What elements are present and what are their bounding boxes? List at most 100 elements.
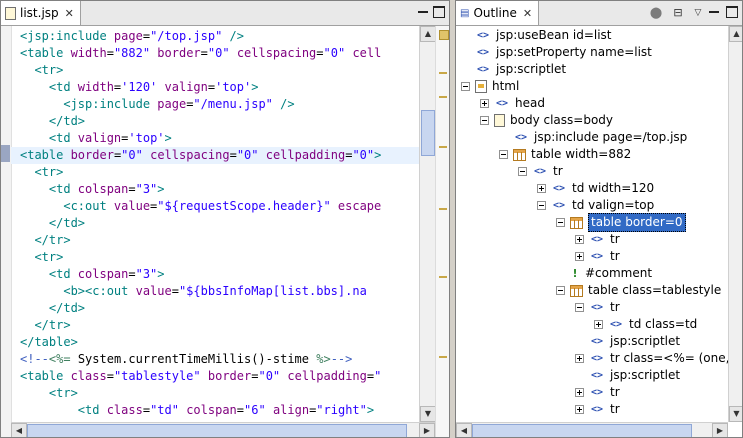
collapse-icon[interactable] (556, 286, 565, 295)
editor-vertical-scrollbar[interactable]: ▲ ▼ (419, 26, 436, 422)
minimize-button[interactable] (708, 6, 720, 18)
range-indicator (1, 145, 10, 162)
code-line[interactable]: <tr> (11, 249, 419, 266)
scroll-up-button[interactable]: ▲ (420, 26, 436, 42)
outline-vertical-scrollbar[interactable]: ▲ ▼ (728, 26, 742, 422)
collapse-icon[interactable] (480, 116, 489, 125)
outline-node[interactable]: <> tr (575, 231, 620, 248)
scroll-up-button[interactable]: ▲ (729, 26, 742, 42)
outline-node[interactable]: ! #comment (556, 265, 652, 282)
scroll-left-button[interactable]: ◀ (456, 423, 472, 437)
code-line[interactable]: <td width='120' valign='top'> (11, 79, 419, 96)
code-line[interactable]: <jsp:include page="/menu.jsp" /> (11, 96, 419, 113)
outline-node[interactable]: <> jsp:scriptlet (575, 367, 680, 384)
ruler-mark[interactable] (439, 276, 447, 278)
outline-node[interactable]: <> td valign=top (537, 197, 654, 214)
outline-node[interactable]: <> tr (575, 248, 620, 265)
outline-tree[interactable]: <> jsp:useBean id=list <> jsp:setProperty n… (456, 26, 728, 422)
code-line[interactable]: <table width="882" border="0" cellspacin… (11, 45, 419, 62)
outline-node[interactable]: html (461, 78, 519, 95)
outline-node[interactable]: table width=882 (499, 146, 631, 163)
collapse-all-icon[interactable]: ⊟ (670, 5, 686, 21)
tab-outline[interactable]: ▤ Outline ✕ (456, 1, 540, 25)
h-scroll-thumb[interactable] (27, 424, 407, 437)
outline-node[interactable]: <> td width=120 (537, 180, 654, 197)
outline-node[interactable]: <> head (480, 95, 545, 112)
expand-icon[interactable] (594, 320, 603, 329)
expand-icon[interactable] (575, 235, 584, 244)
code-line[interactable]: <tr> (11, 62, 419, 79)
code-line[interactable]: <td class="td" colspan="6" align="right"… (11, 402, 419, 419)
h-scroll-thumb[interactable] (472, 424, 692, 437)
expand-icon[interactable] (575, 252, 584, 261)
code-line[interactable]: <td colspan="3"> (11, 266, 419, 283)
outline-node[interactable]: <> jsp:useBean id=list (461, 27, 612, 44)
code-line[interactable]: </tr> (11, 232, 419, 249)
code-line[interactable]: <c:out value="${requestScope.header}" es… (11, 198, 419, 215)
ruler-mark[interactable] (439, 146, 447, 148)
ruler-mark[interactable] (439, 208, 447, 210)
scroll-left-button[interactable]: ◀ (11, 423, 27, 437)
code-line[interactable]: <tr> (11, 164, 419, 181)
collapse-icon[interactable] (499, 150, 508, 159)
outline-node[interactable]: <> tr (518, 163, 563, 180)
ruler-mark[interactable] (439, 96, 447, 98)
tab-list-jsp[interactable]: list.jsp ✕ (1, 1, 81, 25)
outline-node[interactable]: <> tr (575, 401, 620, 418)
collapse-icon[interactable] (575, 303, 584, 312)
code-token: "/top.jsp" (150, 29, 223, 43)
code-line[interactable]: <table class="tablestyle" border="0" cel… (11, 368, 419, 385)
outline-horizontal-scrollbar[interactable]: ◀ ▶ (456, 422, 728, 437)
code-line[interactable]: </td> (11, 113, 419, 130)
maximize-button[interactable] (726, 6, 738, 18)
ruler-mark[interactable] (439, 356, 447, 358)
code-line[interactable]: <tr> (11, 385, 419, 402)
outline-node[interactable]: <> jsp:setProperty name=list (461, 44, 652, 61)
scroll-down-button[interactable]: ▼ (729, 406, 742, 422)
scroll-right-button[interactable]: ▶ (419, 423, 435, 437)
collapse-icon[interactable] (461, 82, 470, 91)
expand-icon[interactable] (537, 184, 546, 193)
code-line[interactable]: </table> (11, 334, 419, 351)
code-token: <td (20, 267, 78, 281)
outline-node[interactable]: <> tr (575, 299, 620, 316)
editor-horizontal-scrollbar[interactable]: ◀ ▶ (11, 422, 435, 437)
close-icon[interactable]: ✕ (523, 7, 532, 20)
outline-node[interactable]: <> jsp:include page=/top.jsp (499, 129, 687, 146)
ruler-mark[interactable] (439, 72, 447, 74)
scroll-thumb[interactable] (421, 110, 435, 156)
code-line[interactable]: <table border="0" cellspacing="0" cellpa… (11, 147, 419, 164)
outline-node[interactable]: body class=body (480, 112, 613, 129)
expand-icon[interactable] (575, 354, 584, 363)
code-line[interactable]: <td colspan="3"> (11, 181, 419, 198)
scroll-right-button[interactable]: ▶ (712, 423, 728, 437)
overview-ruler[interactable] (435, 26, 449, 437)
close-icon[interactable]: ✕ (65, 7, 74, 20)
code-line[interactable]: <b><c:out value="${bbsInfoMap[list.bbs].… (11, 283, 419, 300)
minimize-button[interactable] (417, 6, 429, 18)
scroll-down-button[interactable]: ▼ (420, 406, 436, 422)
view-menu-icon[interactable]: ▽ (690, 5, 706, 21)
collapse-icon[interactable] (518, 167, 527, 176)
outline-node[interactable]: table border=0 (556, 213, 686, 232)
code-line[interactable]: </td> (11, 215, 419, 232)
code-line[interactable]: </tr> (11, 317, 419, 334)
outline-node[interactable]: <> tr (575, 384, 620, 401)
link-with-editor-icon[interactable]: ⬤ (648, 5, 664, 21)
code-line[interactable]: <jsp:include page="/top.jsp" /> (11, 28, 419, 45)
outline-node[interactable]: <> td class=td (594, 316, 697, 333)
code-line[interactable]: </td> (11, 300, 419, 317)
expand-icon[interactable] (575, 388, 584, 397)
outline-node[interactable]: <> jsp:scriptlet (461, 61, 566, 78)
collapse-icon[interactable] (556, 218, 565, 227)
expand-icon[interactable] (480, 99, 489, 108)
code-line[interactable]: <td valign='top'> (11, 130, 419, 147)
outline-node[interactable]: <> jsp:scriptlet (575, 333, 680, 350)
collapse-icon[interactable] (537, 201, 546, 210)
maximize-button[interactable] (433, 6, 445, 18)
expand-icon[interactable] (575, 405, 584, 414)
code-area[interactable]: <jsp:include page="/top.jsp" /> <table wi… (11, 26, 419, 422)
outline-node[interactable]: <> tr class=<%= (one,g (575, 350, 728, 367)
outline-node[interactable]: table class=tablestyle (556, 282, 721, 299)
code-line[interactable]: <!--<%= System.currentTimeMillis()-stime… (11, 351, 419, 368)
